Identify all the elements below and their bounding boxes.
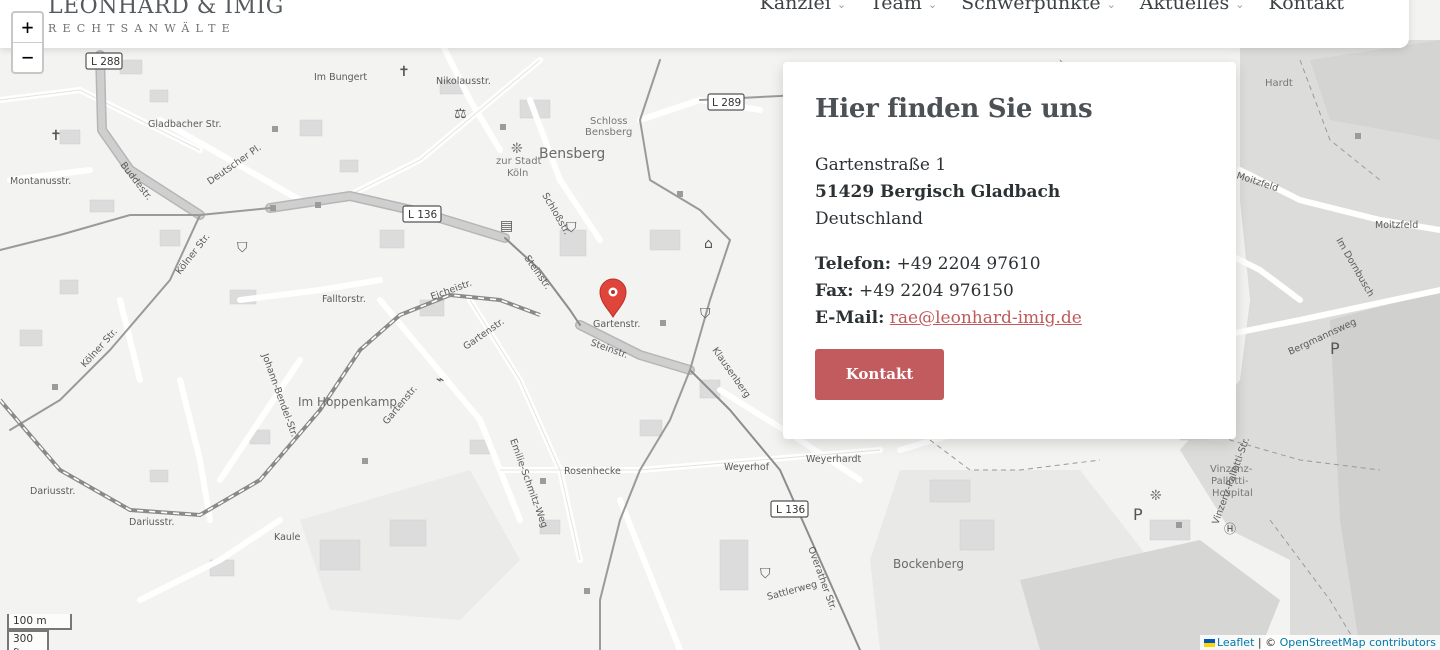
map-scale: 100 m 300 ft — [7, 614, 72, 650]
svg-text:L 136: L 136 — [776, 504, 806, 516]
nav-item-aktuelles[interactable]: Aktuelles ⌄ — [1116, 0, 1245, 14]
svg-text:⛉: ⛉ — [700, 306, 711, 322]
svg-text:✝: ✝ — [398, 64, 410, 80]
location-marker — [599, 278, 627, 319]
svg-text:Dariusstr.: Dariusstr. — [129, 517, 174, 528]
svg-text:Bensberg: Bensberg — [539, 146, 605, 162]
svg-text:Overather Str.: Overather Str. — [805, 545, 838, 612]
svg-text:Weyerhof: Weyerhof — [724, 462, 770, 473]
main-nav: Kanzlei ⌄ Team ⌄ Schwerpunkte ⌄ Aktuelles ⌄ … — [736, 0, 1344, 14]
svg-text:L 288: L 288 — [91, 56, 120, 68]
svg-text:Weyerhardt: Weyerhardt — [806, 454, 861, 465]
fax-label: Fax: — [815, 281, 854, 301]
nav-item-label: Kontakt — [1268, 0, 1344, 14]
svg-text:Steinstr.: Steinstr. — [522, 253, 553, 291]
phone-label: Telefon: — [815, 254, 892, 274]
address-street: Gartenstraße 1 — [815, 155, 947, 175]
chevron-down-icon: ⌄ — [836, 0, 847, 11]
fax-line: Fax: +49 2204 976150 — [815, 278, 1204, 305]
location-card: Hier finden Sie uns Gartenstraße 1 51429… — [783, 62, 1236, 439]
svg-text:Eicheistr.: Eicheistr. — [429, 278, 473, 303]
chevron-down-icon: ⌄ — [1235, 0, 1245, 11]
address-country: Deutschland — [815, 209, 924, 229]
zoom-in-button[interactable]: + — [13, 13, 42, 43]
attribution-separator: | © — [1254, 636, 1280, 649]
address-city: 51429 Bergisch Gladbach — [815, 182, 1061, 202]
nav-item-label: Aktuelles — [1139, 0, 1230, 14]
svg-text:L 289: L 289 — [712, 97, 741, 109]
card-title: Hier finden Sie uns — [815, 94, 1093, 124]
svg-text:Moitzfeld: Moitzfeld — [1375, 220, 1418, 231]
chevron-down-icon: ⌄ — [927, 0, 938, 11]
phone-number[interactable]: +49 2204 97610 — [896, 254, 1040, 274]
email-link[interactable]: rae@leonhard-imig.de — [890, 308, 1082, 328]
svg-text:❊: ❊ — [1150, 488, 1162, 504]
svg-text:⛉: ⛉ — [566, 220, 577, 236]
svg-text:Johann-Bendel-Str.: Johann-Bendel-Str. — [259, 351, 300, 438]
svg-text:Bockenberg: Bockenberg — [893, 557, 964, 571]
site-header: LEONHARD & IMIG RECHTSANWÄLTE Kanzlei ⌄ T… — [0, 0, 1409, 48]
svg-text:L 136: L 136 — [408, 209, 438, 221]
svg-text:⚖: ⚖ — [454, 106, 467, 122]
nav-item-schwerpunkte[interactable]: Schwerpunkte ⌄ — [937, 0, 1116, 14]
svg-text:P: P — [1330, 339, 1340, 358]
svg-text:⛉: ⛉ — [237, 240, 248, 256]
ukraine-flag-icon — [1203, 639, 1215, 647]
nav-item-kontakt[interactable]: Kontakt — [1245, 0, 1344, 14]
svg-text:Rosenhecke: Rosenhecke — [564, 466, 621, 477]
svg-text:Schloss: Schloss — [590, 116, 628, 127]
zoom-out-button[interactable]: − — [13, 43, 42, 73]
email-line: E-Mail: rae@leonhard-imig.de — [815, 305, 1204, 332]
svg-text:⛉: ⛉ — [760, 566, 771, 582]
scale-imperial: 300 ft — [7, 630, 49, 650]
svg-text:⌁: ⌁ — [436, 372, 444, 388]
svg-text:Montanusstr.: Montanusstr. — [10, 176, 71, 187]
contact-details: Telefon: +49 2204 97610 Fax: +49 2204 97… — [815, 251, 1204, 332]
nav-item-label: Schwerpunkte — [961, 0, 1101, 14]
svg-text:Nikolausstr.: Nikolausstr. — [436, 76, 491, 87]
svg-text:Sattlerweg: Sattlerweg — [766, 579, 818, 603]
address-block: Gartenstraße 1 51429 Bergisch Gladbach D… — [815, 152, 1204, 233]
zoom-control: + − — [11, 11, 44, 74]
nav-item-team[interactable]: Team ⌄ — [846, 0, 937, 14]
svg-text:Kölner Str.: Kölner Str. — [79, 326, 120, 370]
osm-link[interactable]: OpenStreetMap contributors — [1280, 636, 1436, 649]
logo-subtitle: RECHTSANWÄLTE — [48, 22, 236, 35]
nav-item-kanzlei[interactable]: Kanzlei ⌄ — [736, 0, 846, 14]
svg-text:Dariusstr.: Dariusstr. — [30, 486, 75, 497]
map-attribution: Leaflet | © OpenStreetMap contributors — [1199, 635, 1440, 650]
svg-text:Köln: Köln — [507, 168, 528, 179]
nav-item-label: Team — [870, 0, 922, 14]
svg-text:Gartenstr.: Gartenstr. — [593, 319, 640, 330]
svg-text:Gladbacher Str.: Gladbacher Str. — [148, 119, 222, 130]
phone-line: Telefon: +49 2204 97610 — [815, 251, 1204, 278]
contact-button[interactable]: Kontakt — [815, 349, 944, 400]
svg-text:✝: ✝ — [50, 128, 62, 144]
email-label: E-Mail: — [815, 308, 885, 328]
svg-text:Im Bungert: Im Bungert — [314, 72, 367, 83]
svg-text:zur Stadt: zur Stadt — [496, 156, 542, 167]
svg-text:Ⓗ: Ⓗ — [1224, 522, 1236, 536]
scale-metric: 100 m — [7, 614, 72, 630]
chevron-down-icon: ⌄ — [1106, 0, 1116, 11]
svg-text:Kaule: Kaule — [274, 532, 301, 543]
svg-text:Falltorstr.: Falltorstr. — [322, 294, 366, 305]
logo-name: LEONHARD & IMIG — [48, 0, 284, 19]
nav-item-label: Kanzlei — [759, 0, 831, 14]
svg-text:Hardt: Hardt — [1265, 78, 1293, 89]
fax-number: +49 2204 976150 — [858, 281, 1014, 301]
svg-text:⌂: ⌂ — [704, 236, 713, 252]
svg-text:Bensberg: Bensberg — [585, 127, 632, 138]
svg-text:❊: ❊ — [511, 141, 523, 157]
svg-text:P: P — [1133, 505, 1143, 524]
svg-text:Im Hoppenkamp: Im Hoppenkamp — [298, 395, 397, 409]
svg-text:▤: ▤ — [500, 218, 513, 234]
leaflet-link[interactable]: Leaflet — [1217, 636, 1254, 649]
